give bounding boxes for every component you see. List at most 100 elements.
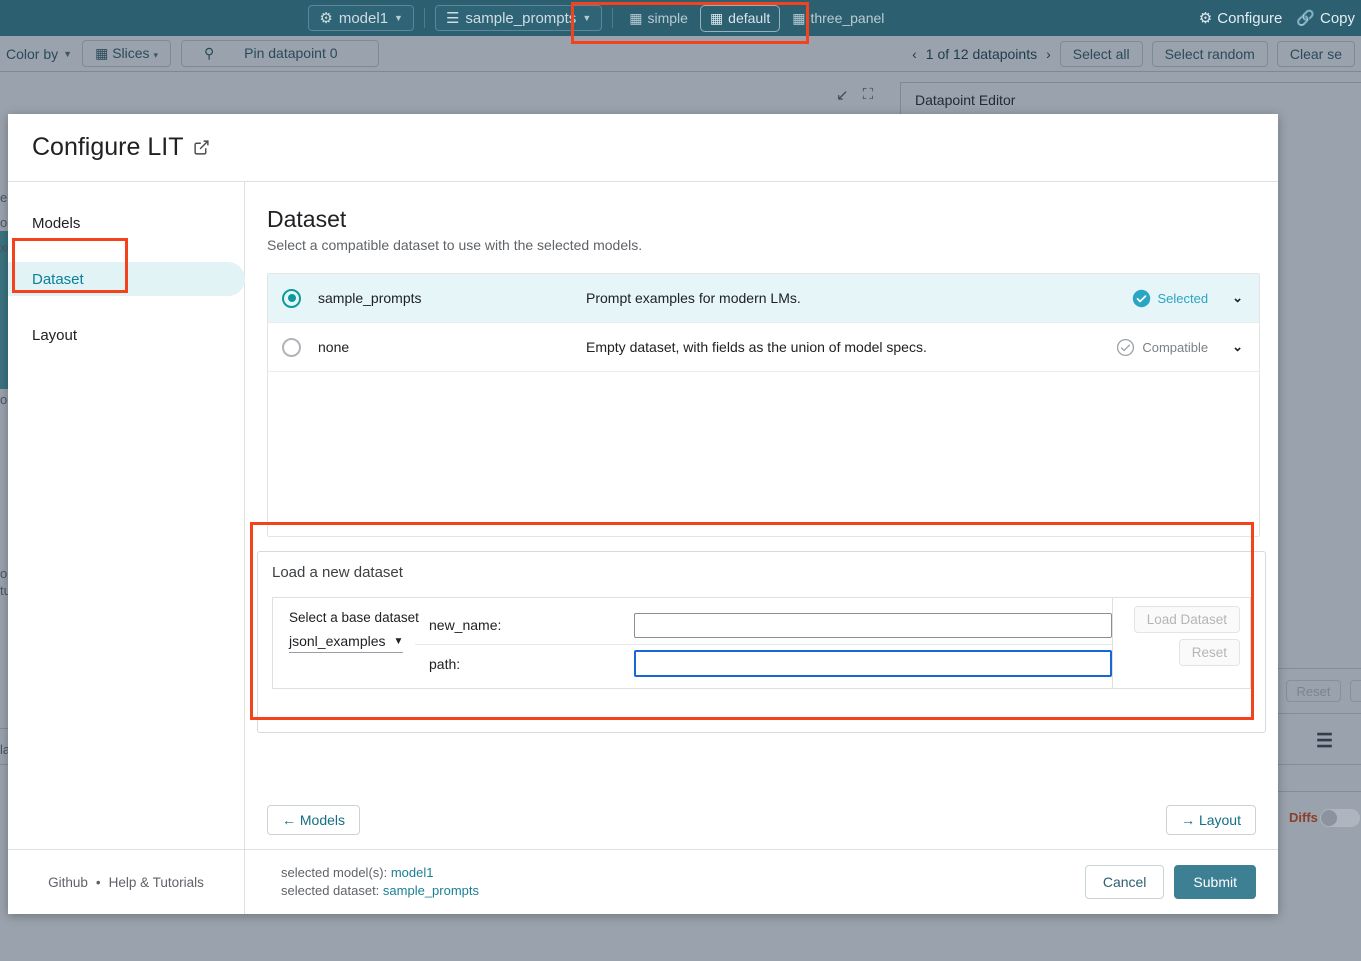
- background-fragment: o: [0, 215, 7, 230]
- next-step-layout-button[interactable]: → Layout: [1166, 805, 1256, 835]
- check-circle-outline-icon: [1116, 338, 1135, 357]
- sidebar-item-label: Models: [32, 215, 80, 232]
- dialog-header: Configure LIT: [8, 114, 1278, 182]
- chevron-down-icon: ▼: [582, 13, 591, 23]
- divider: [1278, 791, 1361, 792]
- link-icon: 🔗: [1296, 9, 1315, 27]
- color-by-label: Color by: [6, 46, 58, 62]
- selected-dataset-label: selected dataset:: [281, 883, 379, 898]
- copy-link-button[interactable]: 🔗 Copy: [1296, 9, 1355, 27]
- select-random-button[interactable]: Select random: [1152, 41, 1268, 67]
- background-fragment: o: [0, 392, 7, 407]
- grid-icon: ▦: [792, 10, 805, 27]
- divider: [1278, 668, 1361, 669]
- grid-icon: ▦: [629, 10, 642, 27]
- slices-button[interactable]: ▦ Slices ▾: [82, 40, 171, 67]
- sidebar-item-models[interactable]: Models: [8, 206, 245, 240]
- path-label: path:: [429, 656, 634, 672]
- new-name-label: new_name:: [429, 617, 634, 633]
- help-tutorials-link[interactable]: Help & Tutorials: [109, 875, 204, 890]
- selected-dataset-line: selected dataset: sample_prompts: [281, 882, 479, 900]
- base-dataset-picker: Select a base dataset jsonl_examples ▼: [273, 598, 415, 688]
- gear-icon: ⚙: [1199, 9, 1212, 27]
- background-fragment: e: [0, 190, 7, 205]
- section-subtitle: Select a compatible dataset to use with …: [267, 237, 1260, 253]
- separator-dot: •: [96, 875, 101, 890]
- radio-button[interactable]: [282, 289, 301, 308]
- sidebar-item-layout[interactable]: Layout: [8, 318, 245, 352]
- status-label: Compatible: [1142, 340, 1208, 355]
- divider: [612, 8, 613, 28]
- color-by-selector[interactable]: Color by ▼: [6, 46, 72, 62]
- load-new-dataset-section: Load a new dataset Select a base dataset…: [257, 551, 1266, 733]
- selected-models-value: model1: [391, 865, 434, 880]
- dialog-footer: Github • Help & Tutorials selected model…: [8, 849, 1278, 914]
- dataset-row-sample-prompts[interactable]: sample_prompts Prompt examples for moder…: [268, 274, 1259, 323]
- secondary-toolbar: Color by ▼ ▦ Slices ▾ ⚲ Pin datapoint 0 …: [0, 36, 1361, 72]
- configure-button[interactable]: ⚙ Configure: [1199, 9, 1283, 27]
- layout-tab-simple[interactable]: ▦ simple: [619, 5, 698, 32]
- sidebar-item-dataset[interactable]: Dataset: [8, 262, 245, 296]
- path-input[interactable]: [634, 650, 1112, 677]
- diffs-label: Diffs: [1289, 810, 1318, 825]
- datapoint-next-arrow[interactable]: ›: [1046, 46, 1051, 62]
- layout-tab-label: default: [728, 10, 770, 26]
- divider: [424, 8, 425, 28]
- model-selector-label: model1: [339, 10, 388, 27]
- radio-button[interactable]: [282, 338, 301, 357]
- load-dataset-button[interactable]: Load Dataset: [1134, 606, 1240, 633]
- base-dataset-label: Select a base dataset: [289, 610, 409, 625]
- step-navigation: ← Models → Layout: [245, 805, 1278, 835]
- sidebar-item-label: Dataset: [32, 271, 84, 288]
- open-in-new-icon[interactable]: [193, 139, 210, 156]
- datapoint-counter: 1 of 12 datapoints: [926, 46, 1037, 62]
- drag-handle-icon[interactable]: ☰: [1316, 730, 1333, 753]
- diffs-toggle[interactable]: [1320, 809, 1360, 827]
- pin-icon: ⚲: [204, 45, 214, 61]
- chevron-down-icon[interactable]: ⌄: [1232, 290, 1243, 306]
- clear-selection-button[interactable]: Clear se: [1277, 41, 1355, 67]
- configure-label: Configure: [1217, 10, 1282, 27]
- base-dataset-select[interactable]: jsonl_examples ▼: [289, 633, 403, 653]
- dataset-description: Prompt examples for modern LMs.: [586, 290, 1132, 306]
- divider: [1278, 713, 1361, 714]
- fullscreen-icon[interactable]: ⛶: [863, 86, 874, 104]
- new-name-input[interactable]: [634, 613, 1112, 638]
- reset-button[interactable]: Reset: [1179, 639, 1240, 666]
- slices-icon: ▦: [95, 45, 108, 61]
- collapse-icon[interactable]: ↙: [836, 86, 849, 104]
- github-link[interactable]: Github: [48, 875, 88, 890]
- load-new-dataset-title: Load a new dataset: [272, 564, 1251, 581]
- pin-datapoint-button[interactable]: ⚲ Pin datapoint 0: [181, 40, 379, 67]
- model-selector[interactable]: ⚙ model1 ▼: [308, 5, 414, 31]
- selected-models-label: selected model(s):: [281, 865, 387, 880]
- sidebar-item-label: Layout: [32, 327, 77, 344]
- copy-label: Copy: [1320, 10, 1355, 27]
- selected-models-line: selected model(s): model1: [281, 864, 479, 882]
- dataset-name: sample_prompts: [318, 290, 586, 306]
- cancel-button[interactable]: Cancel: [1085, 865, 1165, 899]
- prev-step-models-button[interactable]: ← Models: [267, 805, 360, 835]
- grid-icon: ▦: [710, 10, 723, 27]
- check-circle-filled-icon: [1132, 289, 1151, 308]
- layout-tab-label: three_panel: [810, 10, 884, 26]
- background-reset-button[interactable]: Reset: [1286, 680, 1341, 702]
- datapoint-prev-arrow[interactable]: ‹: [912, 46, 917, 62]
- submit-button[interactable]: Submit: [1174, 865, 1256, 899]
- dialog-sidebar: Models Dataset Layout: [8, 182, 245, 849]
- layout-tab-three-panel[interactable]: ▦ three_panel: [782, 5, 894, 32]
- select-all-button[interactable]: Select all: [1060, 41, 1143, 67]
- dataset-row-none[interactable]: none Empty dataset, with fields as the u…: [268, 323, 1259, 372]
- dataset-selector[interactable]: ☰ sample_prompts ▼: [435, 5, 602, 31]
- status-label: Selected: [1158, 291, 1209, 306]
- layout-tab-default[interactable]: ▦ default: [700, 5, 780, 32]
- dataset-list: sample_prompts Prompt examples for moder…: [267, 273, 1260, 537]
- slices-label: Slices: [112, 45, 149, 61]
- background-extra-button[interactable]: [1350, 680, 1361, 702]
- dataset-name: none: [318, 339, 586, 355]
- layout-tab-label: simple: [647, 10, 687, 26]
- chevron-down-icon[interactable]: ⌄: [1232, 339, 1243, 355]
- field-row-path: path:: [415, 644, 1112, 682]
- table-icon: ☰: [446, 9, 459, 27]
- chevron-down-icon: ▼: [394, 636, 404, 647]
